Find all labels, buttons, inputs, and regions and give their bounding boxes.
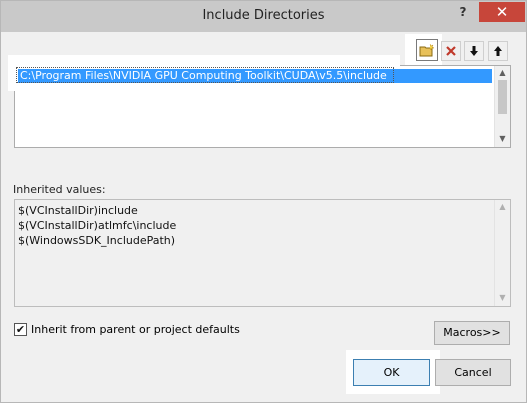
new-folder-icon	[419, 43, 435, 57]
move-down-button[interactable]	[464, 41, 484, 61]
directories-scrollbar[interactable]: ▲ ▼	[494, 66, 510, 147]
inherited-scrollbar[interactable]: ▲ ▼	[494, 200, 510, 306]
inherited-value: $(VCInstallDir)atlmfc\include	[18, 219, 177, 232]
scroll-up-icon[interactable]: ▲	[498, 203, 507, 211]
delete-x-icon	[446, 46, 456, 56]
delete-line-button[interactable]	[441, 41, 461, 61]
inherit-option[interactable]: ✔ Inherit from parent or project default…	[14, 323, 240, 336]
inherited-value: $(VCInstallDir)include	[18, 204, 138, 217]
scroll-down-icon[interactable]: ▼	[498, 294, 507, 302]
move-up-button[interactable]	[488, 41, 508, 61]
inherited-values-label: Inherited values:	[13, 183, 106, 196]
inherit-label[interactable]: Inherit from parent or project defaults	[31, 323, 240, 336]
scroll-thumb[interactable]	[498, 80, 507, 114]
help-button[interactable]: ?	[455, 5, 471, 21]
arrow-up-icon	[494, 46, 502, 56]
close-button[interactable]: ✕	[479, 2, 525, 22]
window-title: Include Directories	[202, 8, 325, 23]
ok-button[interactable]: OK	[353, 359, 430, 386]
scroll-up-icon[interactable]: ▲	[498, 69, 507, 77]
title-bar: Include Directories ? ✕	[1, 1, 526, 32]
include-directories-dialog: Include Directories ? ✕ ▲ ▼ C:\Program F…	[0, 0, 527, 403]
list-item-label[interactable]: C:\Program Files\NVIDIA GPU Computing To…	[20, 69, 387, 83]
inherited-value: $(WindowsSDK_IncludePath)	[18, 234, 176, 247]
new-line-button[interactable]	[416, 39, 438, 61]
macros-button[interactable]: Macros>>	[434, 321, 510, 345]
cancel-button[interactable]: Cancel	[435, 359, 511, 386]
inherit-checkbox[interactable]: ✔	[14, 323, 27, 336]
scroll-down-icon[interactable]: ▼	[498, 135, 507, 143]
arrow-down-icon	[470, 46, 478, 56]
